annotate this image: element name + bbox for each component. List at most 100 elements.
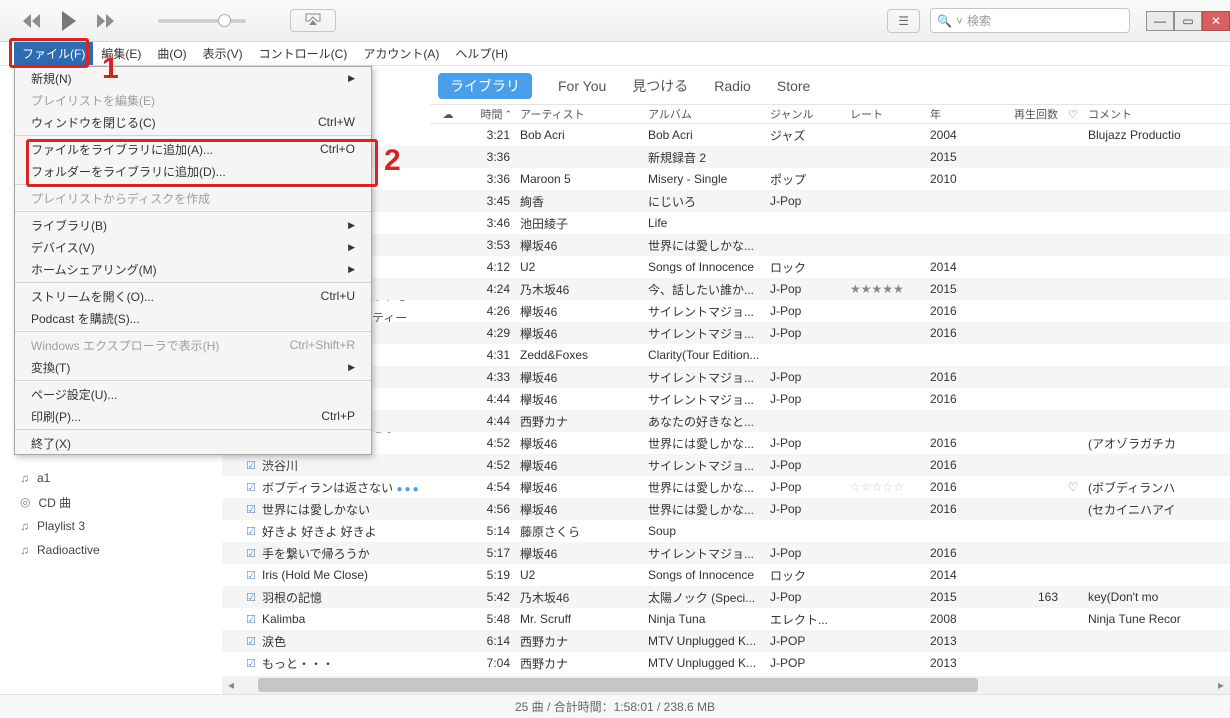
menu-item[interactable]: フォルダーをライブラリに追加(D)...	[15, 160, 371, 182]
checkbox[interactable]: ☑	[240, 525, 262, 538]
menu-2[interactable]: 曲(O)	[149, 42, 194, 65]
playlist-item[interactable]: ♫a1	[0, 466, 220, 490]
minimize-button[interactable]: —	[1146, 11, 1174, 31]
play-button[interactable]	[60, 11, 78, 31]
scroll-left-icon[interactable]: ◂	[222, 678, 240, 692]
menu-item[interactable]: デバイス(V)▶	[15, 236, 371, 258]
playlist-item[interactable]: ♫Radioactive	[0, 538, 220, 562]
search-input[interactable]: 🔍 ˅ 検索	[930, 8, 1130, 33]
track-rating[interactable]: ☆☆☆☆☆	[846, 480, 926, 494]
table-row[interactable]: 3:21Bob AcriBob Acriジャズ2004Blujazz Produ…	[222, 124, 1230, 146]
sidebar-playlists: ♫a1◎CD 曲♫Playlist 3♫Radioactive	[0, 466, 220, 562]
playlist-label: a1	[37, 471, 50, 485]
track-album: 世界には愛しかな...	[644, 479, 766, 496]
checkbox[interactable]: ☑	[240, 635, 262, 648]
track-album: サイレントマジョ...	[644, 391, 766, 408]
table-row[interactable]: 3:53欅坂46世界には愛しかな...	[222, 234, 1230, 256]
track-genre: J-Pop	[766, 590, 846, 604]
menu-6[interactable]: ヘルプ(H)	[447, 42, 516, 65]
menu-0[interactable]: ファイル(F)	[14, 42, 93, 65]
checkbox[interactable]: ☑	[240, 481, 262, 494]
track-year: 2016	[926, 502, 1008, 516]
checkbox[interactable]: ☑	[240, 657, 262, 670]
table-row[interactable]: ☑羽根の記憶5:42乃木坂46太陽ノック (Speci...J-Pop20151…	[222, 586, 1230, 608]
menu-item[interactable]: ホームシェアリング(M)▶	[15, 258, 371, 280]
menu-item[interactable]: 印刷(P)...Ctrl+P	[15, 405, 371, 427]
table-row[interactable]: ☑Iris (Hold Me Close)5:19U2Songs of Inno…	[222, 564, 1230, 586]
table-row[interactable]: ☑ボブディランは返さない ●●●4:54欅坂46世界には愛しかな...J-Pop…	[222, 476, 1230, 498]
menu-item[interactable]: ウィンドウを閉じる(C)Ctrl+W	[15, 111, 371, 133]
table-row[interactable]: 4:44西野カナあなたの好きなと...	[222, 410, 1230, 432]
col-rate[interactable]: レート	[846, 106, 926, 122]
table-row[interactable]: ☑渋谷川4:52欅坂46サイレントマジョ...J-Pop2016	[222, 454, 1230, 476]
menu-4[interactable]: コントロール(C)	[251, 42, 356, 65]
menu-item[interactable]: ページ設定(U)...	[15, 383, 371, 405]
tab-library[interactable]: ライブラリ	[438, 73, 532, 99]
col-year[interactable]: 年	[926, 106, 1008, 122]
tab-radio[interactable]: Radio	[714, 78, 751, 94]
table-row[interactable]: 3:36Maroon 5Misery - Singleポップ2010	[222, 168, 1230, 190]
table-row[interactable]: 4:44欅坂46サイレントマジョ...J-Pop2016	[222, 388, 1230, 410]
table-row[interactable]: 4:26欅坂46サイレントマジョ...J-Pop2016	[222, 300, 1230, 322]
table-row[interactable]: 4:12U2Songs of Innocenceロック2014	[222, 256, 1230, 278]
playlist-item[interactable]: ◎CD 曲	[0, 490, 220, 514]
menu-item[interactable]: Podcast を購読(S)...	[15, 307, 371, 329]
table-row[interactable]: 3:45絢香にじいろJ-Pop	[222, 190, 1230, 212]
col-album[interactable]: アルバム	[644, 106, 766, 122]
track-name: 好きよ 好きよ 好きよ	[262, 523, 430, 540]
table-row[interactable]: 4:29欅坂46サイレントマジョ...J-Pop2016	[222, 322, 1230, 344]
prev-button[interactable]	[22, 14, 42, 28]
table-row[interactable]: 4:31Zedd&FoxesClarity(Tour Edition...	[222, 344, 1230, 366]
checkbox[interactable]: ☑	[240, 613, 262, 626]
tab-browse[interactable]: 見つける	[632, 76, 688, 96]
tab-store[interactable]: Store	[777, 78, 810, 94]
airplay-button[interactable]	[290, 9, 336, 32]
table-row[interactable]: ☑手を繋いで帰ろうか5:17欅坂46サイレントマジョ...J-Pop2016	[222, 542, 1230, 564]
table-row[interactable]: 4:24乃木坂46今、話したい誰か...J-Pop★★★★★2015	[222, 278, 1230, 300]
menu-3[interactable]: 表示(V)	[195, 42, 251, 65]
table-row[interactable]: ☑涙色6:14西野カナMTV Unplugged K...J-POP2013	[222, 630, 1230, 652]
col-time[interactable]: 時間⌃	[466, 106, 516, 122]
track-love[interactable]: ♡	[1062, 480, 1084, 494]
list-view-button[interactable]: ☰	[887, 9, 920, 33]
playlist-item[interactable]: ♫Playlist 3	[0, 514, 220, 538]
maximize-button[interactable]: ▭	[1174, 11, 1202, 31]
col-artist[interactable]: アーティスト	[516, 106, 644, 122]
col-cloud[interactable]: ☁	[430, 108, 466, 121]
table-row[interactable]: 4:33欅坂46サイレントマジョ...J-Pop2016	[222, 366, 1230, 388]
track-rating[interactable]: ★★★★★	[846, 282, 926, 296]
track-artist: 西野カナ	[516, 413, 644, 430]
menu-5[interactable]: アカウント(A)	[355, 42, 447, 65]
table-row[interactable]: 3:46池田綾子Life	[222, 212, 1230, 234]
menu-item[interactable]: ライブラリ(B)▶	[15, 214, 371, 236]
track-name: 涙色	[262, 633, 430, 650]
table-row[interactable]: ☑もっと・・・7:04西野カナMTV Unplugged K...J-POP20…	[222, 652, 1230, 674]
table-row[interactable]: 4:52欅坂46世界には愛しかな...J-Pop2016(アオゾラガチカ	[222, 432, 1230, 454]
table-row[interactable]: ☑Kalimba5:48Mr. ScruffNinja Tunaエレクト...2…	[222, 608, 1230, 630]
checkbox[interactable]: ☑	[240, 569, 262, 582]
track-genre: ロック	[766, 259, 846, 276]
menu-item[interactable]: 変換(T)▶	[15, 356, 371, 378]
checkbox[interactable]: ☑	[240, 503, 262, 516]
col-heart[interactable]: ♡	[1062, 108, 1084, 121]
menu-item[interactable]: ファイルをライブラリに追加(A)...Ctrl+O	[15, 138, 371, 160]
col-plays[interactable]: 再生回数	[1008, 106, 1062, 122]
col-comment[interactable]: コメント	[1084, 106, 1230, 122]
close-button[interactable]: ✕	[1202, 11, 1230, 31]
table-row[interactable]: ☑好きよ 好きよ 好きよ5:14藤原さくらSoup	[222, 520, 1230, 542]
menu-item[interactable]: ストリームを開く(O)...Ctrl+U	[15, 285, 371, 307]
scroll-thumb[interactable]	[258, 678, 978, 692]
table-row[interactable]: 3:36新規録音 22015	[222, 146, 1230, 168]
menu-item[interactable]: 終了(X)	[15, 432, 371, 454]
col-genre[interactable]: ジャンル	[766, 106, 846, 122]
horizontal-scrollbar[interactable]: ◂ ▸	[222, 676, 1230, 694]
volume-slider[interactable]	[158, 19, 246, 23]
menu-item[interactable]: 新規(N)▶	[15, 67, 371, 89]
checkbox[interactable]: ☑	[240, 459, 262, 472]
next-button[interactable]	[96, 14, 116, 28]
tab-for-you[interactable]: For You	[558, 78, 606, 94]
checkbox[interactable]: ☑	[240, 547, 262, 560]
checkbox[interactable]: ☑	[240, 591, 262, 604]
table-row[interactable]: ☑世界には愛しかない4:56欅坂46世界には愛しかな...J-Pop2016(セ…	[222, 498, 1230, 520]
scroll-right-icon[interactable]: ▸	[1212, 678, 1230, 692]
